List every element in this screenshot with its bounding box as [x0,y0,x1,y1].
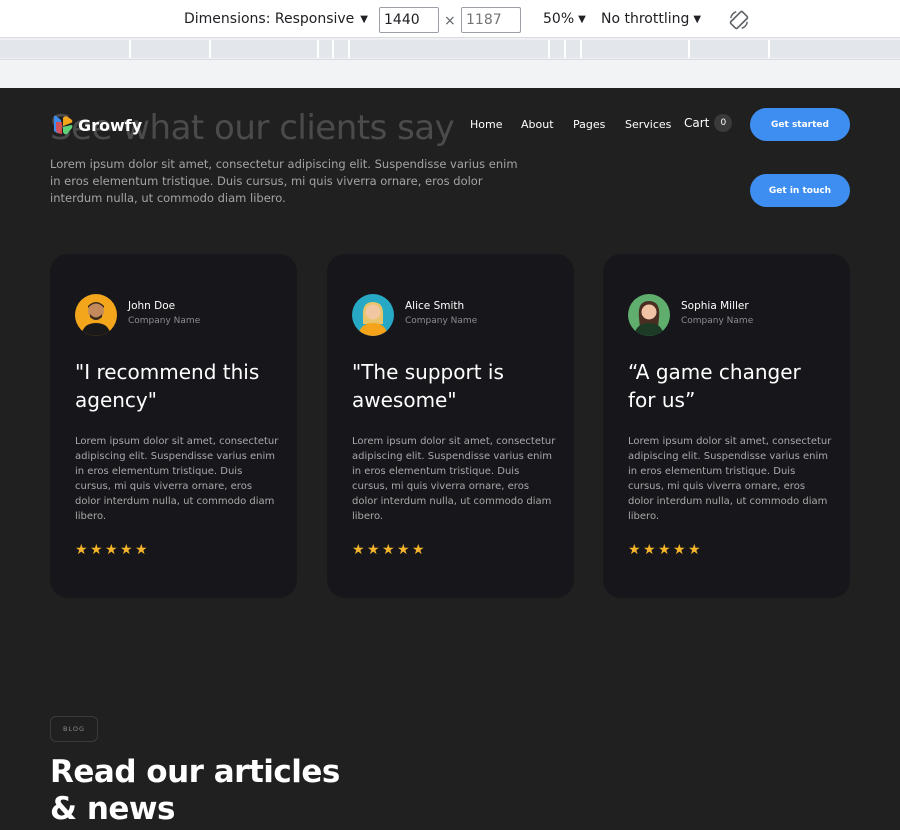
client-company: Company Name [405,316,478,326]
times-separator: × [444,13,456,29]
person-avatar-icon [81,302,111,336]
testimonial-text: Lorem ipsum dolor sit amet, consectetur … [352,436,556,522]
zoom-value: 50% [543,11,575,27]
get-started-button[interactable]: Get started [750,108,850,141]
height-input[interactable] [461,7,521,33]
testimonial-quote: “A game changer for us” [628,360,801,412]
rating-stars: ★ ★ ★ ★ ★ [628,541,701,557]
viewport-spacer [0,60,900,88]
testimonial-card: Sophia Miller Company Name “A game chang… [603,254,850,598]
star-icon: ★ [628,541,641,557]
nav-link-pages[interactable]: Pages [573,118,605,131]
chevron-down-icon: ▼ [360,13,368,25]
throttling-value: No throttling [601,11,690,27]
throttling-dropdown[interactable]: No throttling ▼ [601,11,701,27]
dimensions-dropdown[interactable]: Dimensions: Responsive ▼ [184,11,368,27]
star-icon: ★ [120,541,133,557]
star-icon: ★ [352,541,365,557]
star-icon: ★ [412,541,425,557]
logo-icon [54,115,73,135]
star-icon: ★ [75,541,88,557]
chevron-down-icon: ▼ [578,13,586,25]
logo[interactable]: Growfy [52,114,142,136]
testimonial-text: Lorem ipsum dolor sit amet, consectetur … [75,436,279,522]
testimonial-card: Alice Smith Company Name "The support is… [327,254,574,598]
avatar [628,294,670,336]
ruler-segment[interactable] [690,40,770,58]
zoom-dropdown[interactable]: 50% ▼ [543,11,586,27]
section-intro: Lorem ipsum dolor sit amet, consectetur … [50,157,518,205]
nav-link-about[interactable]: About [521,118,554,131]
ruler-segment[interactable] [319,40,334,58]
client-name: Alice Smith [405,300,465,312]
testimonial-quote: "I recommend this agency" [75,360,260,412]
cart-label: Cart [684,116,710,130]
chevron-down-icon: ▼ [693,13,702,25]
star-icon: ★ [658,541,671,557]
client-name: John Doe [128,300,176,312]
star-icon: ★ [135,541,148,557]
cart-button[interactable]: Cart 0 [684,114,733,132]
width-input[interactable] [379,7,439,33]
client-company: Company Name [128,316,201,326]
ruler-segment[interactable] [211,40,319,58]
rating-stars: ★ ★ ★ ★ ★ [75,541,148,557]
star-icon: ★ [367,541,380,557]
person-avatar-icon [634,301,664,336]
rating-stars: ★ ★ ★ ★ ★ [352,541,425,557]
star-icon: ★ [643,541,656,557]
ruler-segment[interactable] [770,40,900,58]
nav-link-services[interactable]: Services [625,118,671,131]
ruler-segment[interactable] [566,40,582,58]
star-icon: ★ [673,541,686,557]
star-icon: ★ [382,541,395,557]
star-icon: ★ [688,541,701,557]
ruler-segment[interactable] [334,40,350,58]
star-icon: ★ [397,541,410,557]
logo-text: Growfy [78,115,143,135]
devtools-toolbar: Dimensions: Responsive ▼ × 50% ▼ No thro… [0,0,900,38]
ruler-segment[interactable] [350,40,550,58]
ruler-segment[interactable] [582,40,690,58]
cart-count-badge: 0 [714,114,733,132]
person-avatar-icon [358,302,388,336]
testimonial-text: Lorem ipsum dolor sit amet, consectetur … [628,436,832,522]
media-query-ruler[interactable] [0,38,900,60]
blog-section-title: Read our articles & news [50,754,340,827]
ruler-segment[interactable] [550,40,566,58]
testimonial-quote: "The support is awesome" [352,360,504,412]
client-name: Sophia Miller [681,300,749,312]
get-in-touch-button[interactable]: Get in touch [750,174,850,207]
avatar [75,294,117,336]
rotate-icon[interactable] [728,9,750,31]
dimensions-label: Dimensions: Responsive [184,11,355,27]
star-icon: ★ [105,541,118,557]
testimonial-card: John Doe Company Name "I recommend this … [50,254,297,598]
avatar [352,294,394,336]
ruler-segment[interactable] [0,40,131,58]
page-viewport: See what our clients say Lorem ipsum dol… [0,88,900,830]
client-company: Company Name [681,316,754,326]
blog-tag: BLOG [50,716,98,742]
ruler-segment[interactable] [131,40,211,58]
nav-link-home[interactable]: Home [470,118,502,131]
star-icon: ★ [90,541,103,557]
